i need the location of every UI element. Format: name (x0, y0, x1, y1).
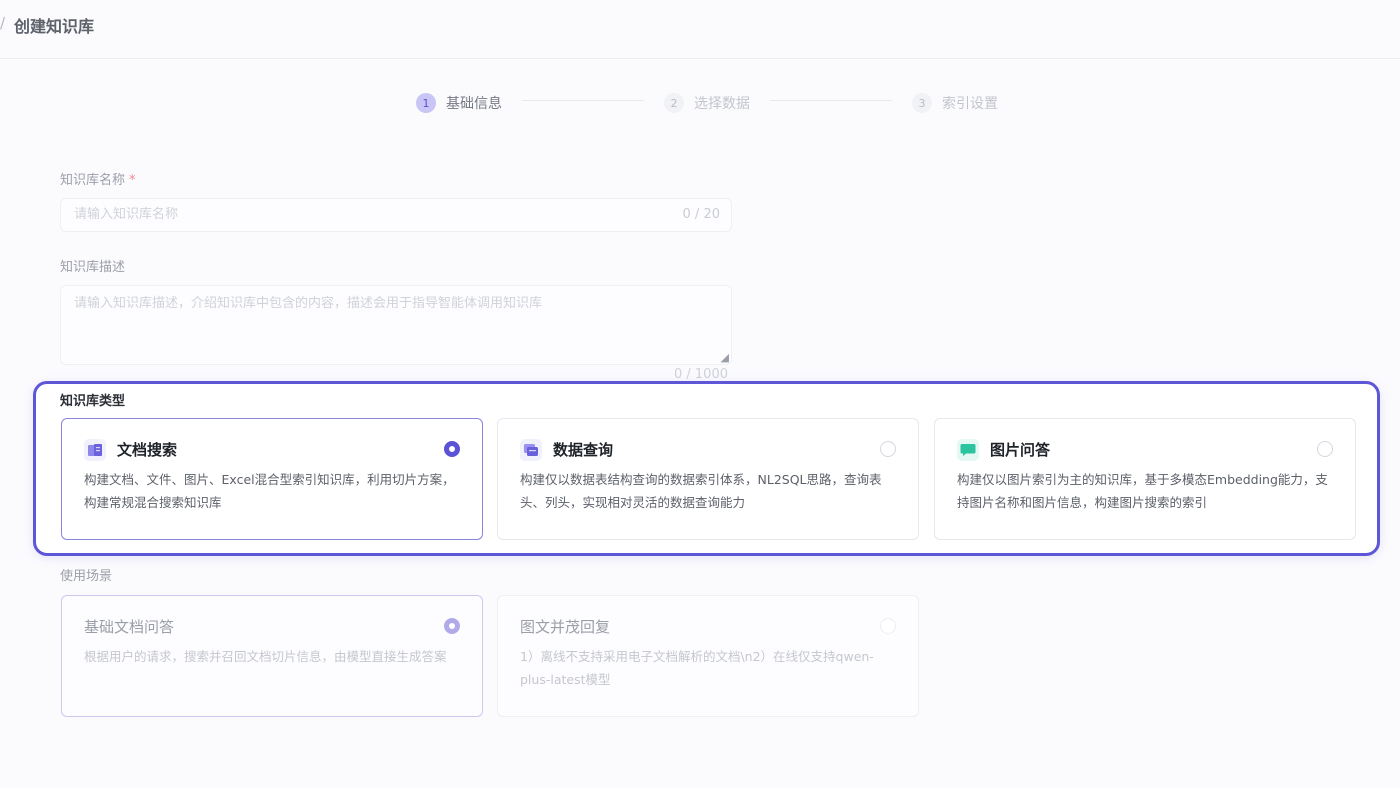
type-option-doc-search[interactable]: 文档搜索 构建文档、文件、图片、Excel混合型索引知识库，利用切片方案，构建常… (61, 418, 483, 540)
name-label-text: 知识库名称 (60, 173, 126, 188)
name-input[interactable] (61, 199, 634, 229)
radio-unselected[interactable] (880, 441, 896, 457)
desc-textarea[interactable] (61, 286, 731, 368)
radio-selected[interactable] (444, 618, 460, 634)
step-select-data[interactable]: 2 选择数据 (664, 92, 750, 114)
type-option-data-query[interactable]: 数据查询 构建仅以数据表结构查询的数据索引体系，NL2SQL思路，查询表头、列头… (497, 418, 919, 540)
resize-grip-icon[interactable]: ◢ (721, 351, 729, 364)
desc-char-count: 0 / 1000 (674, 367, 728, 382)
radio-unselected[interactable] (880, 618, 896, 634)
desc-field-label: 知识库描述 (60, 260, 126, 275)
page-title: 创建知识库 (14, 17, 95, 36)
step-index-settings[interactable]: 3 索引设置 (912, 92, 998, 114)
step-label: 选择数据 (694, 96, 750, 112)
scenario-field-label: 使用场景 (60, 569, 113, 584)
step-number: 3 (912, 93, 932, 113)
name-char-count: 0 / 20 (682, 207, 720, 222)
type-option-image-qa[interactable]: 图片问答 构建仅以图片索引为主的知识库，基于多模态Embedding能力，支持图… (934, 418, 1356, 540)
step-basic-info[interactable]: 1 基础信息 (416, 92, 502, 114)
option-description: 构建文档、文件、图片、Excel混合型索引知识库，利用切片方案，构建常规混合搜索… (84, 472, 455, 510)
scenario-option-basic-qa[interactable]: 基础文档问答 根据用户的请求，搜索并召回文档切片信息，由模型直接生成答案 (61, 595, 483, 717)
option-title: 图文并茂回复 (520, 618, 611, 636)
image-chat-icon (957, 439, 979, 461)
data-table-icon (520, 439, 542, 461)
option-description: 构建仅以图片索引为主的知识库，基于多模态Embedding能力，支持图片名称和图… (957, 472, 1328, 510)
step-indicator: 1 基础信息 2 选择数据 3 索引设置 (0, 92, 1400, 116)
option-description: 根据用户的请求，搜索并召回文档切片信息，由模型直接生成答案 (84, 649, 447, 664)
type-field-label: 知识库类型 (60, 394, 126, 409)
option-description: 构建仅以数据表结构查询的数据索引体系，NL2SQL思路，查询表头、列头，实现相对… (520, 472, 882, 510)
radio-unselected[interactable] (1317, 441, 1333, 457)
desc-textarea-wrapper: ◢ (60, 285, 732, 368)
page-header: / 创建知识库 (0, 0, 1400, 59)
option-description: 1）离线不支持采用电子文档解析的文档\n2）在线仅支持qwen-plus-lat… (520, 649, 874, 687)
option-title: 数据查询 (553, 441, 614, 459)
name-field-label: 知识库名称 * (60, 169, 136, 188)
option-title: 基础文档问答 (84, 618, 175, 636)
step-number: 1 (416, 93, 436, 113)
radio-selected[interactable] (444, 441, 460, 457)
option-title: 文档搜索 (117, 441, 178, 459)
document-book-icon (84, 439, 106, 461)
option-title: 图片问答 (990, 441, 1051, 459)
step-number: 2 (664, 93, 684, 113)
breadcrumb-separator: / (0, 14, 6, 32)
required-mark: * (129, 173, 136, 188)
scenario-option-rich-reply[interactable]: 图文并茂回复 1）离线不支持采用电子文档解析的文档\n2）在线仅支持qwen-p… (497, 595, 919, 717)
step-label: 基础信息 (446, 96, 502, 112)
name-input-wrapper: 0 / 20 (60, 198, 732, 232)
step-label: 索引设置 (942, 96, 998, 112)
